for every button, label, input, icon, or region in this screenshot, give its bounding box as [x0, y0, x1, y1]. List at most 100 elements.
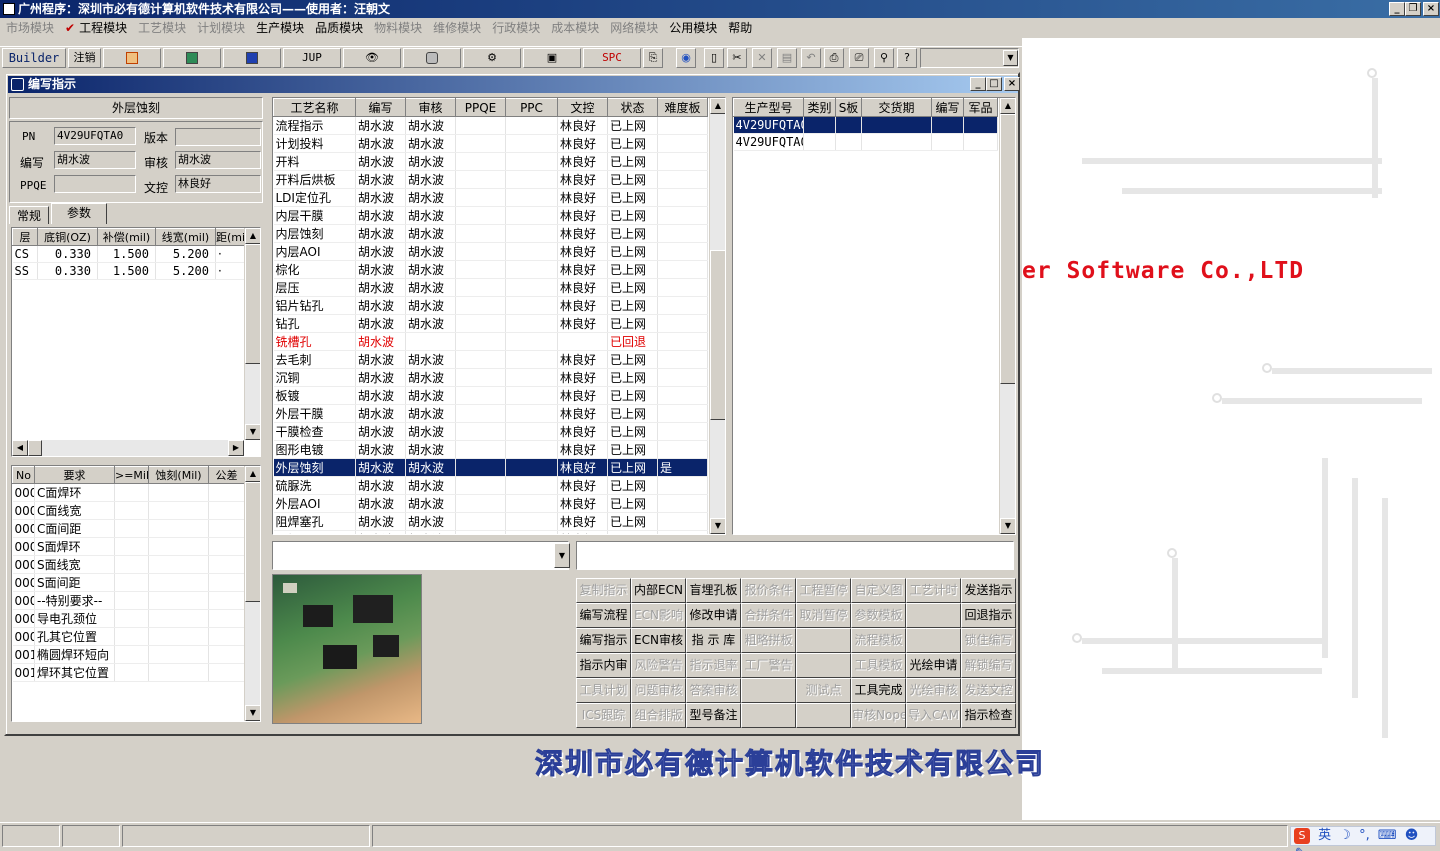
- computer-icon[interactable]: ▣: [523, 48, 581, 68]
- action-button-24[interactable]: 指示内审: [576, 653, 631, 678]
- column-header[interactable]: 编写: [931, 98, 964, 117]
- table-row[interactable]: 棕化 胡水波 胡水波 林良好 已上网: [273, 260, 708, 279]
- table-row[interactable]: LDI定位孔 胡水波 胡水波 林良好 已上网: [273, 188, 708, 207]
- word-icon[interactable]: [223, 48, 281, 68]
- table-row[interactable]: 层压 胡水波 胡水波 林良好 已上网: [273, 278, 708, 297]
- table-row[interactable]: 铝片钻孔 胡水波 胡水波 林良好 已上网: [273, 296, 708, 315]
- table-row[interactable]: 4V29UFQTA0: [733, 116, 998, 134]
- tools-icon[interactable]: ⚙: [463, 48, 521, 68]
- column-header[interactable]: 公差: [208, 466, 245, 484]
- column-header[interactable]: 文控: [557, 98, 608, 117]
- param-hscroll[interactable]: ◀ ▶: [12, 440, 244, 456]
- jup-button[interactable]: JUP: [283, 48, 341, 68]
- scroll-left-icon[interactable]: ◀: [12, 440, 28, 456]
- process-vscroll[interactable]: ▲ ▼: [709, 98, 725, 534]
- tab-params[interactable]: 参数: [51, 203, 107, 224]
- eye-icon[interactable]: 👁: [343, 48, 401, 68]
- column-header[interactable]: 生产型号: [733, 98, 804, 117]
- table-row[interactable]: 内层蚀刻 胡水波 胡水波 林良好 已上网: [273, 224, 708, 243]
- scroll-right-icon[interactable]: ▶: [228, 440, 244, 456]
- column-header[interactable]: 要求: [34, 466, 115, 484]
- review-field[interactable]: 胡水波: [175, 151, 261, 169]
- column-header[interactable]: PPC: [505, 98, 558, 117]
- ime-lang[interactable]: 英: [1318, 828, 1331, 843]
- table-row[interactable]: 内层干膜 胡水波 胡水波 林良好 已上网: [273, 206, 708, 225]
- column-header[interactable]: PPQE: [455, 98, 506, 117]
- model-grid[interactable]: 生产型号 类别 S板 交货期 编写 军品 4V29UFQTA0 4V29UFQTA0 ▲ ▼: [732, 97, 1016, 535]
- action-button-1[interactable]: 内部ECN: [631, 578, 686, 603]
- action-button-37[interactable]: 工具完成: [851, 678, 906, 703]
- table-row[interactable]: 000C面间距: [12, 519, 245, 538]
- action-button-10[interactable]: 修改申请: [686, 603, 741, 628]
- table-row[interactable]: 000S面间距: [12, 573, 245, 592]
- scroll-down-icon[interactable]: ▼: [245, 424, 260, 440]
- action-button-15[interactable]: 回退指示: [961, 603, 1016, 628]
- table-row[interactable]: 铣槽孔 胡水波 已回退: [273, 332, 708, 351]
- menu-item-2[interactable]: 工艺模块: [138, 21, 186, 35]
- window-minimize-button[interactable]: _: [970, 77, 986, 91]
- table-row[interactable]: 去毛刺 胡水波 胡水波 林良好 已上网: [273, 350, 708, 369]
- scroll-thumb[interactable]: [245, 482, 260, 602]
- close-button[interactable]: ×: [1423, 2, 1439, 16]
- column-header[interactable]: S板: [835, 98, 862, 117]
- scroll-up-icon[interactable]: ▲: [245, 228, 260, 244]
- table-row[interactable]: 阻焊胡水波胡水波林良好已上网: [273, 530, 708, 534]
- window-maximize-button[interactable]: □: [986, 77, 1002, 91]
- requirement-grid[interactable]: No要求>=Mil蚀刻(Mil)公差 000C面焊环000C面线宽000C面间距…: [11, 465, 261, 722]
- minimize-button[interactable]: _: [1389, 2, 1405, 16]
- scroll-down-icon[interactable]: ▼: [710, 518, 725, 534]
- column-header[interactable]: 状态: [607, 98, 658, 117]
- database-icon[interactable]: [403, 48, 461, 68]
- table-row[interactable]: 干膜检查 胡水波 胡水波 林良好 已上网: [273, 422, 708, 441]
- column-header[interactable]: 军品: [963, 98, 998, 117]
- print-icon[interactable]: ⎚: [849, 48, 869, 68]
- menu-item-4[interactable]: 生产模块: [256, 21, 304, 35]
- cut-icon[interactable]: ✂: [727, 48, 747, 68]
- moon-icon[interactable]: ☽: [1339, 828, 1351, 843]
- keyboard-icon[interactable]: ⌨: [1378, 828, 1397, 843]
- table-row[interactable]: 000孔其它位置: [12, 627, 245, 646]
- table-row[interactable]: CS 0.330 1.500 5.200 ·: [12, 245, 245, 263]
- table-row[interactable]: 000S面焊环: [12, 537, 245, 556]
- menu-item-10[interactable]: 网络模块: [610, 21, 658, 35]
- table-row[interactable]: 沉铜 胡水波 胡水波 林良好 已上网: [273, 368, 708, 387]
- excel-icon[interactable]: [163, 48, 221, 68]
- browser-icon[interactable]: ◉: [676, 48, 696, 68]
- menu-item-8[interactable]: 行政模块: [492, 21, 540, 35]
- table-row[interactable]: 外层蚀刻 胡水波 胡水波 林良好 已上网是: [273, 458, 708, 477]
- table-row[interactable]: 内层AOI 胡水波 胡水波 林良好 已上网: [273, 242, 708, 261]
- scroll-thumb[interactable]: [245, 244, 260, 364]
- column-header[interactable]: 层: [12, 228, 38, 246]
- copy-icon[interactable]: ⎘: [643, 48, 663, 68]
- wrench-icon[interactable]: ✎: [1295, 846, 1306, 851]
- delete-icon[interactable]: ✕: [752, 48, 772, 68]
- new-file-icon[interactable]: ▯: [704, 48, 724, 68]
- process-grid[interactable]: 工艺名称 编写 审核 PPQE PPC 文控 状态 难度板 流程指示 胡水波 胡水波 林良好 已上网计…: [272, 97, 726, 535]
- sogou-icon[interactable]: S: [1294, 828, 1310, 844]
- scroll-down-icon[interactable]: ▼: [245, 705, 260, 721]
- req-vscroll[interactable]: ▲ ▼: [244, 466, 260, 721]
- preview-icon[interactable]: ⎙: [824, 48, 844, 68]
- action-button-2[interactable]: 盲埋孔板: [686, 578, 741, 603]
- param-vscroll[interactable]: ▲ ▼: [244, 228, 260, 440]
- table-row[interactable]: 001焊环其它位置: [12, 663, 245, 682]
- column-header[interactable]: 交货期: [861, 98, 932, 117]
- action-button-47[interactable]: 指示检查: [961, 703, 1016, 728]
- user-icon[interactable]: ☻: [1405, 828, 1419, 843]
- scroll-thumb[interactable]: [710, 250, 725, 420]
- menu-item-11[interactable]: 公用模块: [669, 21, 717, 35]
- ime-toolbar[interactable]: S 英 ☽ °, ⌨ ☻ ✎: [1290, 826, 1436, 851]
- ppqe-field[interactable]: [54, 175, 136, 193]
- column-header[interactable]: No: [12, 466, 35, 484]
- table-row[interactable]: 000导电孔颈位: [12, 609, 245, 628]
- table-row[interactable]: SS 0.330 1.500 5.200 ·: [12, 262, 245, 280]
- table-row[interactable]: 流程指示 胡水波 胡水波 林良好 已上网: [273, 116, 708, 135]
- column-header[interactable]: 难度板: [657, 98, 708, 117]
- table-row[interactable]: 000C面线宽: [12, 501, 245, 520]
- tab-general[interactable]: 常规: [9, 206, 49, 224]
- menu-item-7[interactable]: 维修模块: [433, 21, 481, 35]
- menu-item-3[interactable]: 计划模块: [197, 21, 245, 35]
- column-header[interactable]: 底铜(OZ): [37, 228, 98, 246]
- menu-item-6[interactable]: 物料模块: [374, 21, 422, 35]
- table-row[interactable]: 000--特别要求--: [12, 591, 245, 610]
